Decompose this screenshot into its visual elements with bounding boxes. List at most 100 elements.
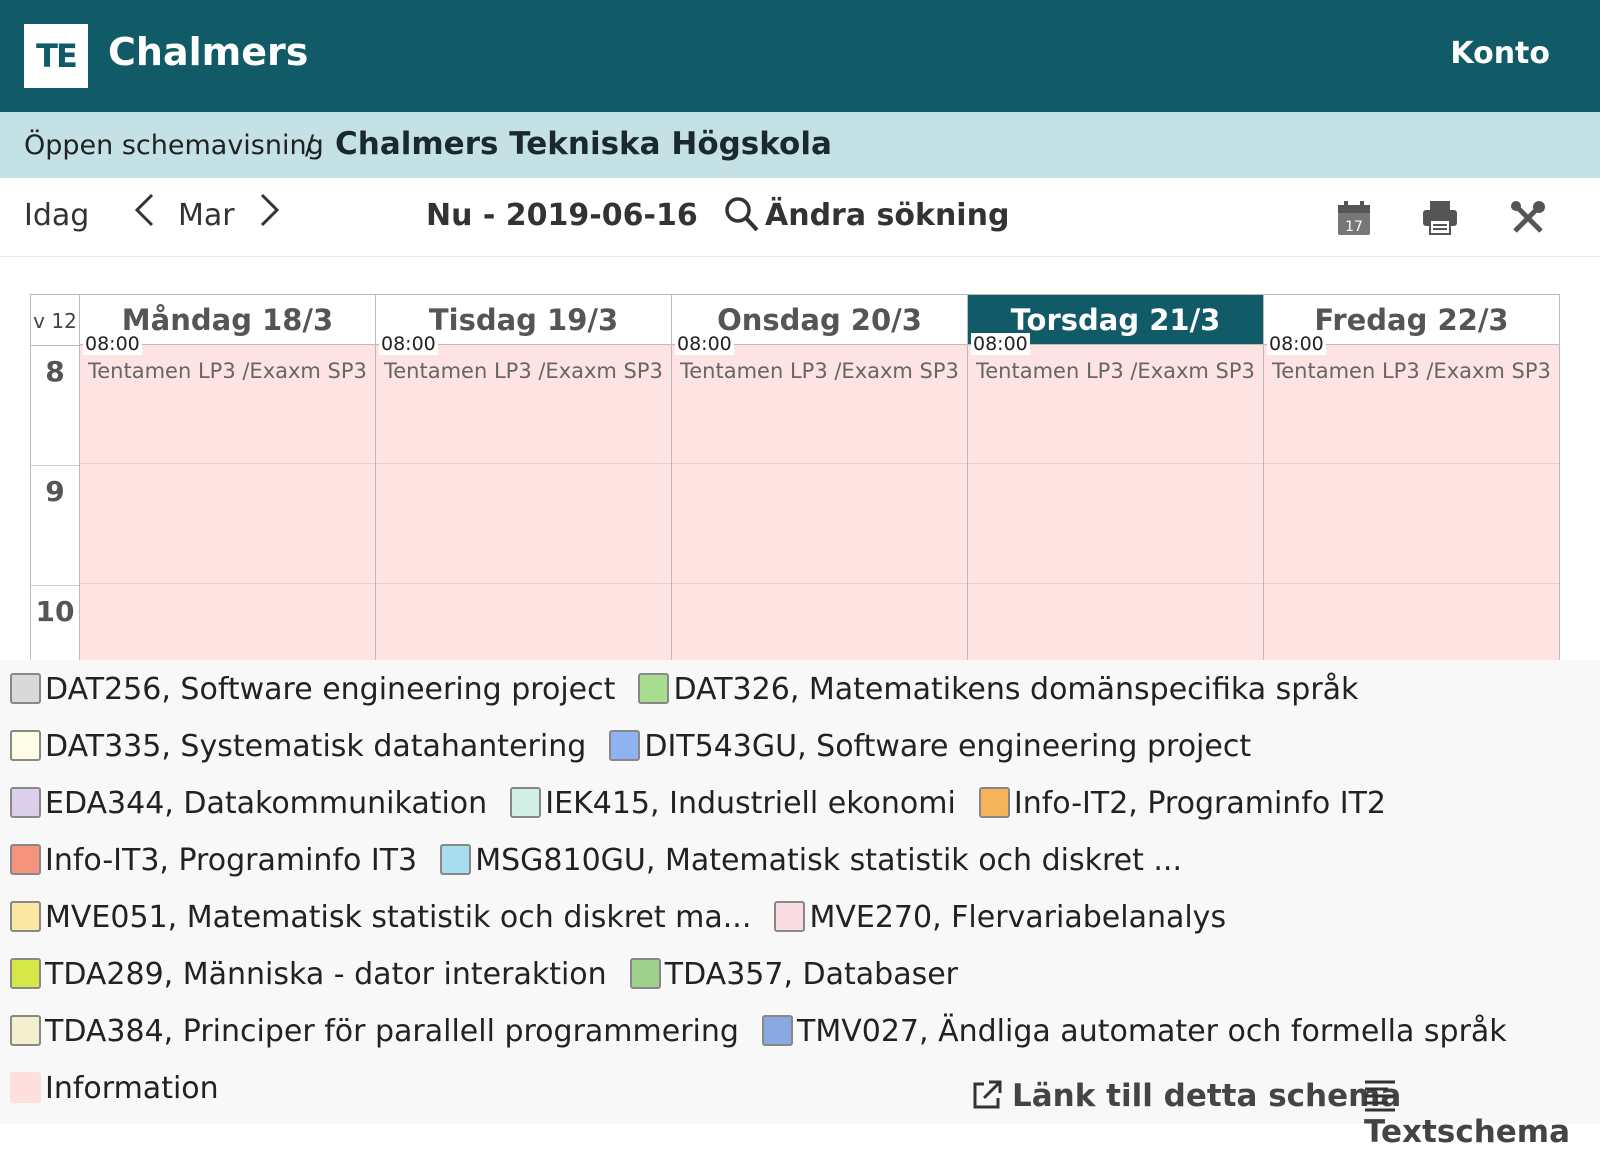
legend-item[interactable]: TDA384, Principer för parallell programm… xyxy=(10,1014,739,1049)
date-range[interactable]: Nu - 2019-06-16 xyxy=(426,198,698,233)
legend-label: MVE051, Matematisk statistik och diskret… xyxy=(45,900,752,935)
color-swatch xyxy=(638,673,670,704)
event-block[interactable]: 08:00 Tentamen LP3 /Exaxm SP3 xyxy=(968,333,1263,661)
link-label: Länk till detta schema xyxy=(1012,1078,1402,1114)
legend-label: EDA344, Datakommunikation xyxy=(45,786,488,821)
hour-line xyxy=(672,583,967,584)
hour-line xyxy=(968,583,1263,584)
link-to-schedule[interactable]: Länk till detta schema xyxy=(970,1078,1401,1114)
legend-item[interactable]: IEK415, Industriell ekonomi xyxy=(510,786,956,821)
event-block[interactable]: 08:00 Tentamen LP3 /Exaxm SP3 xyxy=(80,333,375,661)
event-time: 08:00 xyxy=(675,333,734,355)
hour-line xyxy=(1264,463,1559,464)
text-lines-icon xyxy=(1365,1080,1395,1112)
legend-label: Info-IT2, Programinfo IT2 xyxy=(1013,786,1387,821)
legend-label: MVE270, Flervariabelanalys xyxy=(809,900,1227,935)
color-swatch xyxy=(10,730,41,761)
legend-label: TMV027, Ändliga automater och formella s… xyxy=(797,1014,1507,1049)
color-swatch xyxy=(774,901,806,932)
prev-month-button[interactable] xyxy=(132,192,156,237)
event-title: Tentamen LP3 /Exaxm SP3 xyxy=(384,359,663,383)
today-button[interactable]: Idag xyxy=(24,198,89,233)
legend-label: TDA384, Principer för parallell programm… xyxy=(45,1014,739,1049)
legend-item[interactable]: Info-IT3, Programinfo IT3 xyxy=(10,843,417,878)
legend-label: Info-IT3, Programinfo IT3 xyxy=(45,843,418,878)
calendar-icon[interactable]: 17 xyxy=(1334,198,1374,238)
event-block[interactable]: 08:00 Tentamen LP3 /Exaxm SP3 xyxy=(672,333,967,661)
hour-label: 10 xyxy=(35,595,75,628)
legend-label: DAT326, Matematikens domänspecifika språ… xyxy=(673,672,1359,707)
app-title[interactable]: Chalmers xyxy=(108,30,308,74)
legend-row: EDA344, Datakommunikation IEK415, Indust… xyxy=(10,786,1404,830)
hour-row: 8 xyxy=(31,345,80,466)
calendar-day: 17 xyxy=(1345,219,1363,235)
legend-row: DAT256, Software engineering project DAT… xyxy=(10,672,1376,716)
breadcrumb-current: Chalmers Tekniska Högskola xyxy=(335,126,832,162)
event-time: 08:00 xyxy=(1267,333,1326,355)
legend-row: Info-IT3, Programinfo IT3 MSG810GU, Mate… xyxy=(10,843,1200,887)
breadcrumb: Öppen schemavisning / Chalmers Tekniska … xyxy=(0,112,1600,178)
event-title: Tentamen LP3 /Exaxm SP3 xyxy=(88,359,367,383)
legend-item[interactable]: TDA357, Databaser xyxy=(629,957,959,992)
legend-item[interactable]: Information xyxy=(10,1071,219,1106)
legend-row: TDA289, Människa - dator interaktion TDA… xyxy=(10,957,976,1001)
hour-line xyxy=(80,583,375,584)
legend-item[interactable]: EDA344, Datakommunikation xyxy=(10,786,487,821)
event-time: 08:00 xyxy=(379,333,438,355)
legend-label: Information xyxy=(45,1071,219,1106)
color-swatch xyxy=(762,1015,794,1046)
te-logo[interactable]: TE xyxy=(24,24,88,88)
event-block[interactable]: 08:00 Tentamen LP3 /Exaxm SP3 xyxy=(376,333,671,661)
color-swatch xyxy=(609,730,641,761)
legend-item[interactable]: TDA289, Människa - dator interaktion xyxy=(10,957,607,992)
change-search-button[interactable]: Ändra sökning xyxy=(765,198,1009,233)
legend-label: DAT335, Systematisk datahantering xyxy=(45,729,587,764)
legend-row: TDA384, Principer för parallell programm… xyxy=(10,1014,1525,1058)
color-swatch xyxy=(978,787,1010,818)
event-time: 08:00 xyxy=(971,333,1030,355)
text-schedule-link[interactable]: Textschema xyxy=(1364,1078,1600,1150)
color-swatch xyxy=(10,1015,41,1046)
legend-label: TDA357, Databaser xyxy=(664,957,959,992)
month-label: Mar xyxy=(178,198,235,233)
color-swatch xyxy=(10,673,41,704)
color-swatch xyxy=(629,958,661,989)
toolbar: Idag Mar Nu - 2019-06-16 Ändra sökning 1… xyxy=(0,178,1600,257)
legend-item[interactable]: MVE051, Matematisk statistik och diskret… xyxy=(10,900,751,935)
account-link[interactable]: Konto xyxy=(1450,36,1550,71)
event-time: 08:00 xyxy=(83,333,142,355)
hour-line xyxy=(1264,583,1559,584)
legend: DAT256, Software engineering project DAT… xyxy=(0,660,1600,1124)
event-title: Tentamen LP3 /Exaxm SP3 xyxy=(976,359,1255,383)
legend-item[interactable]: DAT256, Software engineering project xyxy=(10,672,615,707)
legend-item[interactable]: DAT335, Systematisk datahantering xyxy=(10,729,586,764)
next-month-button[interactable] xyxy=(258,192,282,237)
breadcrumb-separator: / xyxy=(305,130,315,161)
legend-item[interactable]: Info-IT2, Programinfo IT2 xyxy=(978,786,1387,821)
legend-label: IEK415, Industriell ekonomi xyxy=(545,786,956,821)
breadcrumb-open-schedule[interactable]: Öppen schemavisning xyxy=(24,130,324,161)
hour-line xyxy=(80,463,375,464)
legend-item[interactable]: DAT326, Matematikens domänspecifika språ… xyxy=(638,672,1358,707)
legend-item[interactable]: DIT543GU, Software engineering project xyxy=(609,729,1251,764)
search-icon[interactable] xyxy=(724,196,760,234)
color-swatch xyxy=(10,844,41,875)
color-swatch xyxy=(10,787,41,818)
day-column-friday: Fredag 22/3 08:00 Tentamen LP3 /Exaxm SP… xyxy=(1264,295,1559,661)
legend-row: DAT335, Systematisk datahantering DIT543… xyxy=(10,729,1269,773)
legend-item[interactable]: TMV027, Ändliga automater och formella s… xyxy=(762,1014,1507,1049)
legend-item[interactable]: MVE270, Flervariabelanalys xyxy=(774,900,1226,935)
day-column-wednesday: Onsdag 20/3 08:00 Tentamen LP3 /Exaxm SP… xyxy=(672,295,968,661)
color-swatch xyxy=(440,844,472,875)
hour-line xyxy=(376,583,671,584)
legend-label: DAT256, Software engineering project xyxy=(45,672,616,707)
hour-row: 9 xyxy=(31,465,80,586)
legend-item[interactable]: MSG810GU, Matematisk statistik och diskr… xyxy=(440,843,1182,878)
legend-label: MSG810GU, Matematisk statistik och diskr… xyxy=(475,843,1183,878)
event-block[interactable]: 08:00 Tentamen LP3 /Exaxm SP3 xyxy=(1264,333,1559,661)
color-swatch xyxy=(10,958,41,989)
hour-label: 8 xyxy=(45,355,65,388)
chevron-left-icon xyxy=(134,193,154,227)
print-icon[interactable] xyxy=(1420,198,1460,238)
tools-icon[interactable] xyxy=(1508,198,1548,238)
